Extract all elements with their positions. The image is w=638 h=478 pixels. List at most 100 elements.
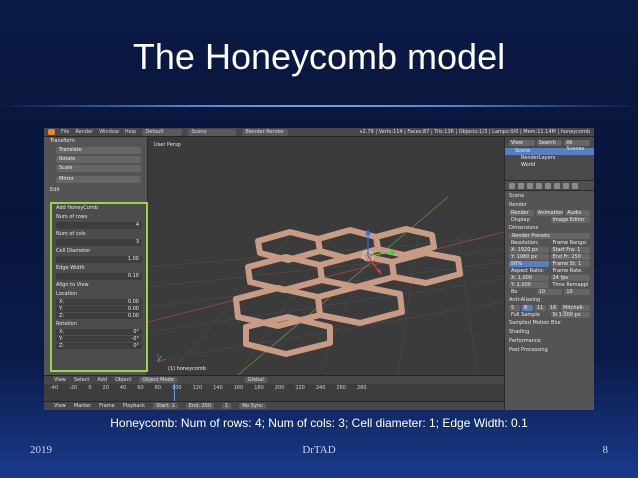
remap-new-field[interactable]: 10 <box>564 289 591 295</box>
fps-selector[interactable]: 24 fps <box>550 275 590 281</box>
display-selector[interactable]: Image Editor <box>550 217 590 223</box>
scene-icon[interactable] <box>527 183 533 189</box>
outliner-scenes-tab[interactable]: All Scenes <box>564 140 591 152</box>
axis-label: Y: <box>59 336 64 342</box>
edge-width-label: Edge Width <box>56 265 85 271</box>
footer-author: DrTAD <box>302 444 336 456</box>
view-menu[interactable]: View <box>54 377 66 383</box>
axis-label: X: <box>59 299 65 305</box>
object-icon[interactable] <box>545 183 551 189</box>
shading-panel-header[interactable]: Shading <box>505 329 594 336</box>
honeycomb-mesh[interactable] <box>233 226 463 357</box>
aspect-x-field[interactable]: X: 1.000 <box>509 275 549 281</box>
menu-render[interactable]: Render <box>75 129 93 135</box>
mode-selector[interactable]: Object Mode <box>139 377 177 383</box>
aa-samples-5[interactable]: 5 <box>509 305 520 311</box>
translate-button[interactable]: Translate <box>56 147 141 154</box>
modifier-icon[interactable] <box>563 183 569 189</box>
rotation-label: Rotation <box>56 321 77 327</box>
motion-blur-panel-header[interactable]: Sampled Motion Blur <box>505 320 594 327</box>
aspect-y-field[interactable]: Y: 1.000 <box>509 282 549 288</box>
world-icon[interactable] <box>536 183 542 189</box>
axis-label: X: <box>59 329 65 335</box>
outliner-search-tab[interactable]: Search <box>536 140 563 146</box>
post-processing-panel-header[interactable]: Post Processing <box>505 347 594 354</box>
aa-samples-8[interactable]: 8 <box>522 305 533 311</box>
current-frame-field[interactable]: 1 <box>222 403 232 409</box>
end-frame-prop-field[interactable]: End Fr: 250 <box>550 254 590 260</box>
select-menu[interactable]: Select <box>74 377 89 383</box>
anti-aliasing-panel-header[interactable]: Anti-Aliasing <box>505 297 594 304</box>
axis-label: Z: <box>59 343 65 349</box>
start-frame-prop-field[interactable]: Start Fra: 1 <box>550 247 590 253</box>
edit-header[interactable]: Edit <box>44 186 147 194</box>
edge-width-field[interactable]: 0.10 <box>56 273 142 280</box>
rotation-z-field[interactable]: Z: 0° <box>56 343 142 349</box>
axis-label: Y: <box>59 306 64 312</box>
menu-window[interactable]: Window <box>99 129 119 135</box>
resolution-percent-slider[interactable]: 50% <box>509 261 549 267</box>
dimensions-panel-header[interactable]: Dimensions <box>505 225 594 232</box>
location-z-field[interactable]: Z: 0.00 <box>56 313 142 319</box>
layout-selector[interactable]: Default <box>142 128 183 136</box>
operator-title[interactable]: Add HoneyComb <box>52 205 146 212</box>
layers-icon[interactable] <box>518 183 524 189</box>
aa-filter-selector[interactable]: Mitchell-Net <box>561 305 590 317</box>
add-menu[interactable]: Add <box>97 377 107 383</box>
rotation-y-field[interactable]: Y: -0° <box>56 336 142 342</box>
timeline-tick: 240 <box>315 385 326 391</box>
orientation-selector[interactable]: Global <box>244 377 267 383</box>
playback-menu[interactable]: Playback <box>123 403 145 409</box>
mirror-button[interactable]: Mirror <box>56 176 141 183</box>
timeline[interactable]: -40 -20 0 20 40 60 80 100 120 140 160 18… <box>44 384 504 401</box>
rotate-button[interactable]: Rotate <box>56 156 141 163</box>
viewport-canvas[interactable] <box>148 137 504 375</box>
location-x-field[interactable]: X: 0.00 <box>56 299 142 305</box>
object-menu[interactable]: Object <box>115 377 131 383</box>
transform-header[interactable]: Transform <box>44 137 147 145</box>
full-sample-checkbox[interactable]: Full Sample <box>509 312 549 318</box>
animation-button[interactable]: Animation <box>535 210 564 216</box>
resolution-y-field[interactable]: Y: 1080 px <box>509 254 549 260</box>
render-presets-selector[interactable]: Render Presets <box>509 233 590 239</box>
playhead[interactable] <box>174 384 175 401</box>
border-checkbox[interactable]: Bo <box>509 289 535 295</box>
timeline-view-menu[interactable]: View <box>54 403 66 409</box>
properties-tabs <box>505 181 594 191</box>
render-button[interactable]: Render <box>509 210 534 216</box>
rows-field[interactable]: 4 <box>56 222 142 229</box>
constraints-icon[interactable] <box>554 183 560 189</box>
marker-menu[interactable]: Marker <box>74 403 91 409</box>
blender-logo-icon[interactable] <box>48 129 55 135</box>
align-to-view-checkbox[interactable]: Align to View <box>52 282 146 289</box>
frame-step-field[interactable]: Frame St: 1 <box>550 261 590 267</box>
render-engine-selector[interactable]: Blender Render <box>242 128 289 136</box>
camera-icon[interactable] <box>509 183 515 189</box>
location-y-field[interactable]: Y: 0.00 <box>56 306 142 312</box>
sync-selector[interactable]: No Sync <box>239 403 266 409</box>
scene-selector[interactable]: Scene <box>188 128 237 136</box>
resolution-x-field[interactable]: X: 1920 px <box>509 247 549 253</box>
diameter-field[interactable]: 1.00 <box>56 256 142 263</box>
aa-samples-16[interactable]: 16 <box>548 305 559 311</box>
end-frame-field[interactable]: End: 250 <box>185 403 215 409</box>
menu-help[interactable]: Help <box>125 129 136 135</box>
frame-menu[interactable]: Frame <box>99 403 115 409</box>
performance-panel-header[interactable]: Performance <box>505 338 594 345</box>
audio-button[interactable]: Audio <box>565 210 590 216</box>
aa-size-field[interactable]: Si 1.000 px <box>550 312 590 318</box>
start-frame-field[interactable]: Start: 1 <box>153 403 178 409</box>
remap-old-field[interactable]: 10 <box>536 289 563 295</box>
3d-viewport[interactable]: User Persp (1) honeycomb <box>148 137 504 375</box>
outliner-view-tab[interactable]: View <box>509 140 535 146</box>
outliner-item-renderlayers[interactable]: RenderLayers <box>505 155 594 162</box>
scale-button[interactable]: Scale <box>56 165 141 172</box>
render-panel-header[interactable]: Render <box>505 202 594 209</box>
rotation-x-field[interactable]: X: 0° <box>56 329 142 335</box>
cols-field[interactable]: 3 <box>56 239 142 246</box>
ground-grid <box>148 226 504 375</box>
material-icon[interactable] <box>572 183 578 189</box>
menu-file[interactable]: File <box>61 129 69 135</box>
aa-samples-11[interactable]: 11 <box>535 305 546 311</box>
outliner-item-world[interactable]: World <box>505 162 594 169</box>
